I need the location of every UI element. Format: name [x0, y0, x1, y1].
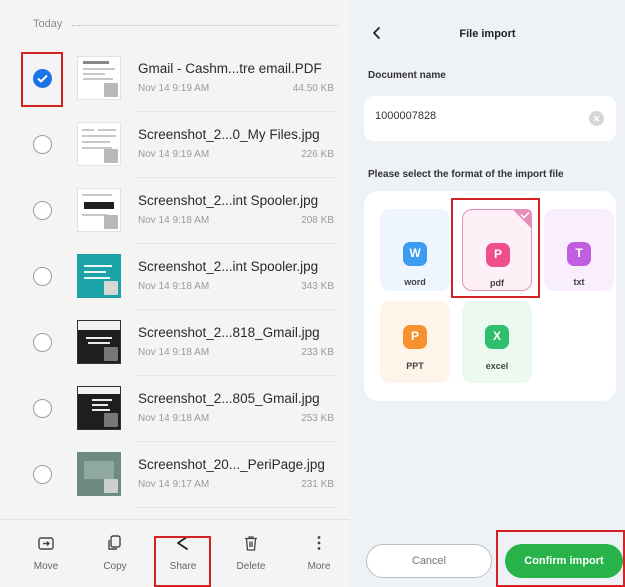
file-size: 44.50 KB	[292, 83, 334, 94]
cancel-button[interactable]: Cancel	[366, 544, 492, 578]
row-checkbox[interactable]	[33, 399, 52, 418]
clear-input-button[interactable]	[589, 111, 604, 126]
file-name: Screenshot_20..._PeriPage.jpg	[138, 457, 325, 472]
format-label-excel: excel	[485, 361, 509, 371]
excel-icon: X	[485, 325, 509, 349]
delete-label: Delete	[236, 561, 266, 572]
copy-label: Copy	[103, 561, 127, 572]
file-size: 343 KB	[301, 281, 334, 292]
file-size: 233 KB	[301, 347, 334, 358]
document-name-field	[364, 96, 616, 141]
file-date: Nov 14 9:18 AM	[138, 347, 210, 358]
expand-icon	[104, 413, 118, 427]
document-name-label: Document name	[368, 70, 446, 81]
format-label-ppt: PPT	[406, 361, 424, 371]
more-label: More	[307, 561, 331, 572]
copy-button[interactable]: Copy	[90, 534, 140, 572]
file-date: Nov 14 9:19 AM	[138, 149, 210, 160]
row-checkbox[interactable]	[33, 333, 52, 352]
move-label: Move	[33, 561, 59, 572]
file-name: Gmail - Cashm...tre email.PDF	[138, 61, 322, 76]
copy-icon	[108, 535, 121, 550]
file-thumbnail	[77, 386, 121, 430]
file-row[interactable]: Screenshot_2...805_Gmail.jpg Nov 14 9:18…	[0, 376, 350, 442]
file-row[interactable]: Screenshot_2...0_My Files.jpg Nov 14 9:1…	[0, 112, 350, 178]
format-label-word: word	[404, 277, 426, 287]
file-thumbnail	[77, 452, 121, 496]
section-header-today: Today	[33, 16, 338, 32]
format-label-txt: txt	[573, 277, 585, 287]
file-date: Nov 14 9:18 AM	[138, 215, 210, 226]
file-name: Screenshot_2...818_Gmail.jpg	[138, 325, 320, 340]
file-date: Nov 14 9:19 AM	[138, 83, 210, 94]
file-date: Nov 14 9:18 AM	[138, 281, 210, 292]
word-icon: W	[403, 242, 427, 266]
section-divider	[72, 24, 338, 26]
file-name: Screenshot_2...805_Gmail.jpg	[138, 391, 320, 406]
file-name: Screenshot_2...int Spooler.jpg	[138, 193, 319, 208]
expand-icon	[104, 281, 118, 295]
trash-icon	[245, 536, 257, 551]
file-name: Screenshot_2...int Spooler.jpg	[138, 259, 319, 274]
page-title: File import	[459, 28, 516, 40]
format-label: Please select the format of the import f…	[368, 169, 564, 180]
file-date: Nov 14 9:17 AM	[138, 479, 210, 490]
expand-icon	[104, 149, 118, 163]
row-checkbox[interactable]	[33, 201, 52, 220]
txt-icon: T	[567, 242, 591, 266]
section-label: Today	[33, 18, 63, 30]
format-option-word[interactable]: W word	[380, 209, 450, 291]
row-checkbox[interactable]	[33, 135, 52, 154]
file-row[interactable]: Screenshot_2...int Spooler.jpg Nov 14 9:…	[0, 178, 350, 244]
highlight-box-confirm	[496, 530, 625, 587]
expand-icon	[104, 347, 118, 361]
format-option-excel[interactable]: X excel	[462, 301, 532, 383]
document-name-input[interactable]	[375, 110, 575, 122]
highlight-box-share	[154, 536, 211, 587]
file-thumbnail	[77, 56, 121, 100]
close-icon	[593, 115, 600, 122]
delete-button[interactable]: Delete	[226, 534, 276, 572]
expand-icon	[104, 215, 118, 229]
file-name: Screenshot_2...0_My Files.jpg	[138, 127, 320, 142]
ppt-icon: P	[403, 325, 427, 349]
file-size: 253 KB	[301, 413, 334, 424]
file-thumbnail	[77, 254, 121, 298]
file-row[interactable]: Screenshot_2...int Spooler.jpg Nov 14 9:…	[0, 244, 350, 310]
format-option-txt[interactable]: T txt	[544, 209, 614, 291]
file-thumbnail	[77, 320, 121, 364]
more-vertical-icon	[317, 536, 321, 550]
highlight-box-pdf	[451, 198, 540, 298]
file-size: 208 KB	[301, 215, 334, 226]
file-date: Nov 14 9:18 AM	[138, 413, 210, 424]
expand-icon	[104, 479, 118, 493]
highlight-box-checkbox	[21, 52, 63, 107]
file-row[interactable]: Screenshot_2...818_Gmail.jpg Nov 14 9:18…	[0, 310, 350, 376]
file-thumbnail	[77, 188, 121, 232]
file-size: 231 KB	[301, 479, 334, 490]
file-size: 226 KB	[301, 149, 334, 160]
more-button[interactable]: More	[294, 534, 344, 572]
format-option-ppt[interactable]: P PPT	[380, 301, 450, 383]
file-thumbnail	[77, 122, 121, 166]
file-row[interactable]: Screenshot_20..._PeriPage.jpg Nov 14 9:1…	[0, 442, 350, 508]
row-checkbox[interactable]	[33, 267, 52, 286]
row-checkbox[interactable]	[33, 465, 52, 484]
move-icon	[38, 537, 54, 550]
move-button[interactable]: Move	[21, 534, 71, 572]
import-header: File import	[350, 20, 625, 48]
expand-icon	[104, 83, 118, 97]
